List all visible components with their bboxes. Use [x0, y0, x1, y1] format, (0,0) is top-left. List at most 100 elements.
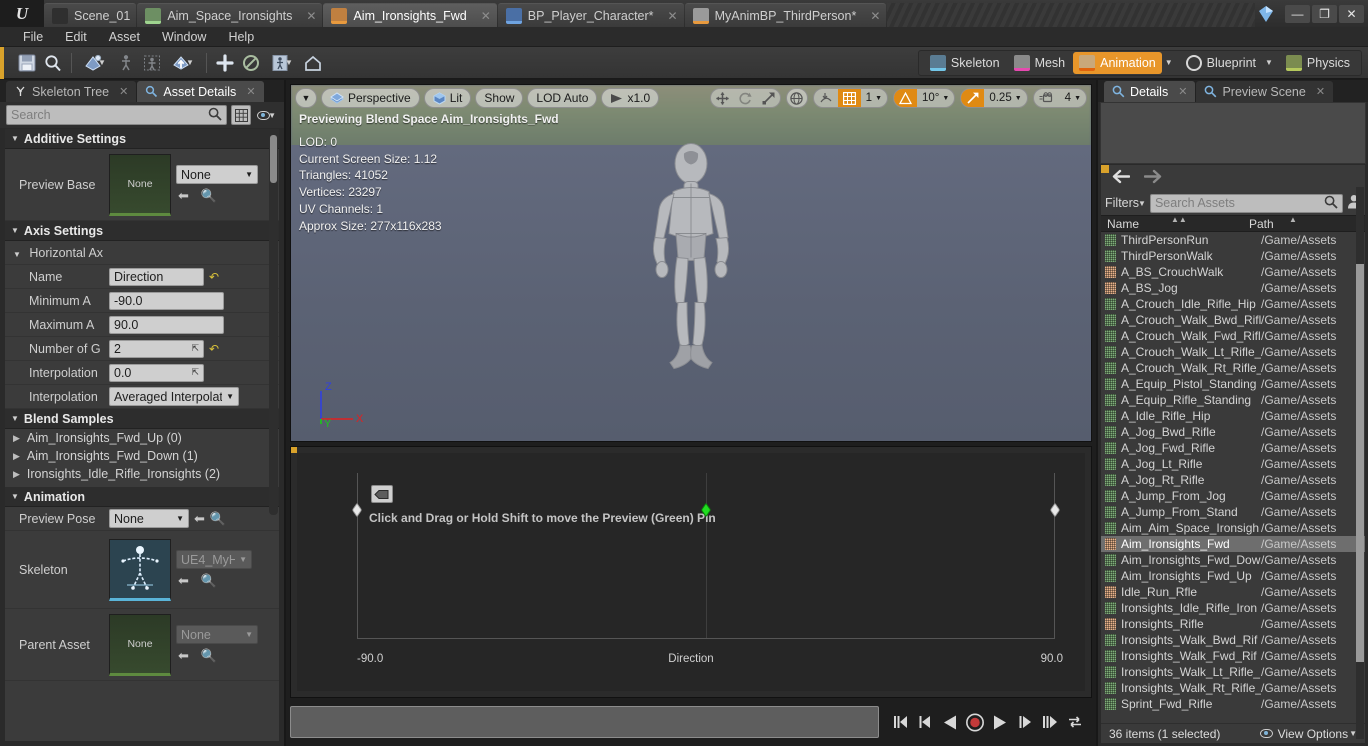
- preview-base-combo[interactable]: None ▼: [176, 165, 258, 184]
- scale-snap-toggle[interactable]: [961, 89, 985, 107]
- window-tab-myanimbp-thirdperson[interactable]: MyAnimBP_ThirdPerson* ✕: [684, 3, 887, 27]
- browse-to-asset-icon[interactable]: 🔍: [210, 511, 226, 527]
- scale-snap-value[interactable]: 0.25 ▼: [984, 89, 1026, 107]
- asset-row[interactable]: Ironsights_Walk_Fwd_Rif/Game/Assets: [1101, 648, 1365, 664]
- angle-snap-toggle[interactable]: [894, 89, 917, 107]
- step-to-end-button[interactable]: [1041, 713, 1059, 731]
- close-icon[interactable]: ✕: [481, 9, 491, 23]
- interpolation-type-combo[interactable]: Averaged Interpolation ▼: [109, 387, 239, 406]
- grid-snap-toggle[interactable]: [837, 89, 861, 107]
- angle-snap-value[interactable]: 10° ▼: [917, 89, 954, 107]
- use-selected-asset-icon[interactable]: ⬅: [194, 511, 205, 527]
- preview-base-thumbnail[interactable]: None: [109, 153, 171, 216]
- maximize-button[interactable]: ❐: [1312, 4, 1337, 23]
- asset-row[interactable]: A_Crouch_Walk_Fwd_Rifl/Game/Assets: [1101, 328, 1365, 344]
- world-space-button[interactable]: [785, 88, 808, 108]
- add-sample-button[interactable]: [212, 50, 238, 76]
- spinner-arrows-icon[interactable]: ⇱: [191, 367, 199, 378]
- chevron-down-icon[interactable]: ▼: [186, 58, 194, 67]
- collapse-triangle-icon[interactable]: ▶: [13, 451, 20, 462]
- asset-row[interactable]: A_Idle_Rifle_Hip/Game/Assets: [1101, 408, 1365, 424]
- menu-item-asset[interactable]: Asset: [98, 27, 151, 47]
- window-tab-scene01[interactable]: Scene_01: [44, 3, 137, 27]
- import-button[interactable]: [113, 50, 139, 76]
- view-options-button[interactable]: View Options ▼: [1259, 727, 1357, 741]
- close-icon[interactable]: ✕: [1316, 85, 1325, 98]
- tab-asset-details[interactable]: Asset Details ✕: [137, 81, 264, 102]
- asset-row[interactable]: A_Jog_Lt_Rifle/Game/Assets: [1101, 456, 1365, 472]
- record-button[interactable]: [966, 713, 984, 731]
- chevron-down-icon[interactable]: ▼: [98, 58, 106, 67]
- minimum-axis-input[interactable]: -90.0: [109, 291, 224, 310]
- viewport-show-button[interactable]: Show: [475, 88, 524, 108]
- section-additive-settings[interactable]: ▼ Additive Settings: [5, 129, 279, 149]
- blend-sample-pin[interactable]: [1049, 502, 1061, 517]
- asset-row[interactable]: Ironsights_Walk_Rt_Rifle_/Game/Assets: [1101, 680, 1365, 696]
- asset-row[interactable]: Ironsights_Walk_Lt_Rifle_/Game/Assets: [1101, 664, 1365, 680]
- arrow-forward-icon[interactable]: [1143, 169, 1163, 187]
- asset-list[interactable]: ThirdPersonRun/Game/Assets ThirdPersonWal…: [1101, 232, 1365, 723]
- asset-row[interactable]: A_Crouch_Walk_Rt_Rifle_/Game/Assets: [1101, 360, 1365, 376]
- details-scroll-area[interactable]: ▼ Additive Settings Preview Base None No…: [4, 128, 280, 742]
- search-input-wrap[interactable]: [6, 105, 228, 125]
- mode-mesh[interactable]: Mesh: [1008, 52, 1072, 74]
- asset-row[interactable]: A_Crouch_Walk_Lt_Rifle_/Game/Assets: [1101, 344, 1365, 360]
- preview-mesh-button[interactable]: ▼: [77, 50, 113, 76]
- loop-button[interactable]: [1066, 713, 1084, 731]
- close-icon[interactable]: ✕: [1178, 85, 1187, 98]
- close-icon[interactable]: ✕: [870, 9, 880, 23]
- preview-mode-button[interactable]: ▼: [264, 50, 300, 76]
- reset-icon[interactable]: ↶: [209, 270, 219, 284]
- asset-row[interactable]: A_BS_Jog/Game/Assets: [1101, 280, 1365, 296]
- asset-row[interactable]: A_Jog_Bwd_Rifle/Game/Assets: [1101, 424, 1365, 440]
- asset-row[interactable]: Aim_Ironsights_Fwd/Game/Assets: [1101, 536, 1365, 552]
- mode-blueprint[interactable]: Blueprint: [1180, 52, 1262, 74]
- close-window-button[interactable]: ✕: [1339, 4, 1364, 23]
- asset-row[interactable]: A_Crouch_Walk_Bwd_Rifl/Game/Assets: [1101, 312, 1365, 328]
- close-icon[interactable]: ✕: [119, 85, 128, 98]
- asset-row[interactable]: Aim_Ironsights_Fwd_Dow/Game/Assets: [1101, 552, 1365, 568]
- viewport-perspective-button[interactable]: Perspective: [321, 88, 420, 108]
- maximum-axis-input[interactable]: 90.0: [109, 315, 224, 334]
- menu-item-window[interactable]: Window: [151, 27, 217, 47]
- viewport-playback-speed-button[interactable]: x1.0: [601, 88, 660, 108]
- asset-row[interactable]: A_BS_CrouchWalk/Game/Assets: [1101, 264, 1365, 280]
- blend-sample-pin[interactable]: [351, 502, 363, 517]
- asset-list-scrollbar[interactable]: [1356, 187, 1364, 739]
- asset-search-input[interactable]: [1154, 196, 1324, 210]
- step-forward-button[interactable]: [1016, 713, 1034, 731]
- close-icon[interactable]: ✕: [246, 85, 255, 98]
- use-selected-asset-icon[interactable]: ⬅: [178, 648, 189, 664]
- grid-divisions-input[interactable]: 2 ⇱: [109, 339, 204, 358]
- chevron-down-icon[interactable]: ▼: [1165, 58, 1173, 67]
- step-to-beginning-button[interactable]: [891, 713, 909, 731]
- mode-skeleton[interactable]: Skeleton: [924, 52, 1006, 74]
- mode-animation[interactable]: Animation: [1073, 51, 1162, 74]
- parent-asset-combo[interactable]: None ▼: [176, 625, 258, 644]
- spinner-arrows-icon[interactable]: ⇱: [191, 343, 199, 354]
- close-icon[interactable]: ✕: [668, 9, 678, 23]
- blend-sample-row[interactable]: ▶ Aim_Ironsights_Fwd_Down (1): [5, 447, 279, 465]
- chevron-down-icon[interactable]: ▼: [1265, 58, 1273, 67]
- character-preview-mesh[interactable]: [626, 142, 756, 395]
- scrollbar-thumb[interactable]: [270, 135, 277, 183]
- window-tab-aim-space-ironsights[interactable]: Aim_Space_Ironsights ✕: [137, 3, 323, 27]
- chevron-down-icon[interactable]: ▼: [285, 58, 293, 67]
- clear-button[interactable]: [238, 50, 264, 76]
- section-animation[interactable]: ▼ Animation: [5, 487, 279, 507]
- section-axis-settings[interactable]: ▼ Axis Settings: [5, 221, 279, 241]
- asset-row[interactable]: Ironsights_Rifle/Game/Assets: [1101, 616, 1365, 632]
- tab-skeleton-tree[interactable]: Skeleton Tree ✕: [6, 81, 137, 102]
- viewport-options-menu[interactable]: ▼: [295, 88, 317, 108]
- window-tab-bp-player-character[interactable]: BP_Player_Character* ✕: [497, 3, 684, 27]
- details-scrollbar[interactable]: [269, 135, 278, 515]
- menu-item-file[interactable]: File: [12, 27, 54, 47]
- parent-asset-thumbnail[interactable]: None: [109, 613, 171, 676]
- browse-to-asset-icon[interactable]: 🔍: [201, 188, 217, 204]
- collapse-triangle-icon[interactable]: ▶: [13, 469, 20, 480]
- surface-snap-button[interactable]: [814, 89, 838, 107]
- grid-view-icon[interactable]: [231, 105, 252, 125]
- move-tool-button[interactable]: [711, 89, 734, 107]
- blend-sample-row[interactable]: ▶ Aim_Ironsights_Fwd_Up (0): [5, 429, 279, 447]
- asset-row[interactable]: A_Jump_From_Jog/Game/Assets: [1101, 488, 1365, 504]
